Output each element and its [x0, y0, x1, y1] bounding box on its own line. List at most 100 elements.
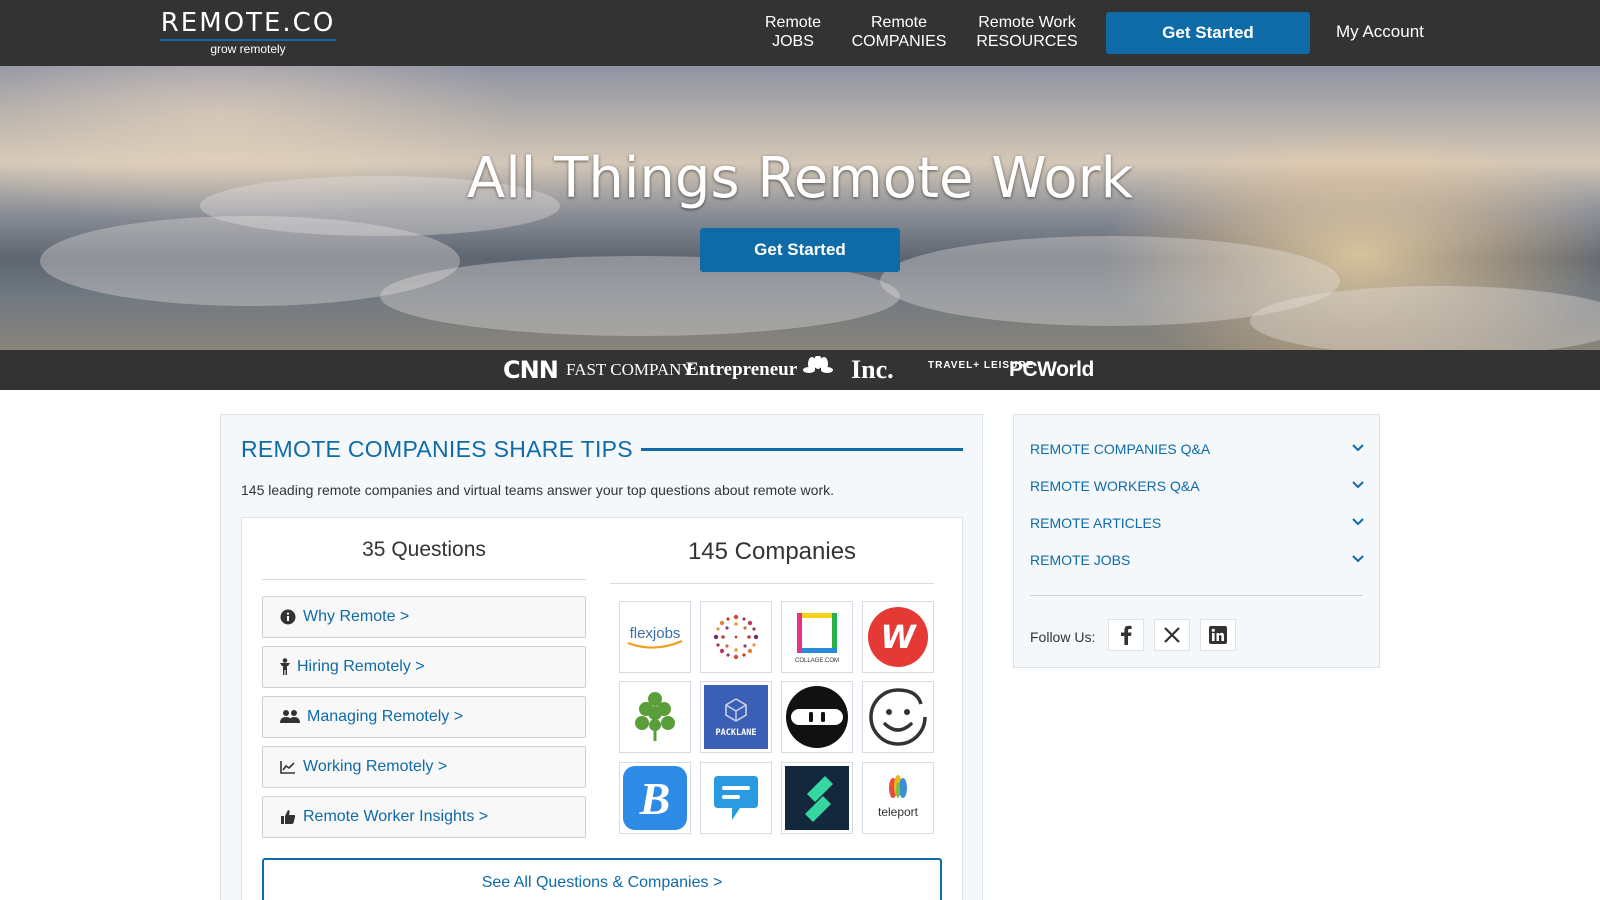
collage-logo-text: COLLAGE.COM	[795, 658, 839, 664]
person-icon	[279, 658, 291, 676]
collage-logo: COLLAGE.COM	[795, 613, 839, 664]
company-tile-smiley[interactable]	[862, 681, 934, 753]
ninja-mask-logo	[786, 686, 848, 748]
question-working-remotely[interactable]: Working Remotely >	[262, 746, 586, 788]
company-tile-slash[interactable]	[781, 762, 853, 834]
question-label: Working Remotely >	[303, 758, 448, 775]
hero-banner: All Things Remote Work Get Started	[0, 66, 1600, 350]
company-tile-b[interactable]: B	[619, 762, 691, 834]
cnbc-peacock-icon	[803, 355, 833, 373]
sidebar-item-label: REMOTE WORKERS Q&A	[1030, 478, 1200, 494]
company-tile-collage[interactable]: COLLAGE.COM	[781, 601, 853, 673]
section-description: 145 leading remote companies and virtual…	[241, 482, 834, 498]
sidebar-item-label: REMOTE ARTICLES	[1030, 515, 1162, 531]
logo-wordmark: REMOTE.CO	[160, 8, 336, 38]
nav-remote-jobs[interactable]: Remote JOBS	[756, 13, 830, 51]
sidebar-item-remote-companies-qa[interactable]: REMOTE COMPANIES Q&A	[1030, 437, 1365, 461]
chevron-down-icon	[1351, 551, 1365, 569]
pcworld-logo: PCWorld	[1009, 358, 1094, 381]
question-why-remote[interactable]: Why Remote >	[262, 596, 586, 638]
logo-underline	[160, 39, 336, 41]
title-rule	[641, 448, 963, 451]
speech-bubble-logo	[714, 776, 758, 820]
nav-remote-companies-line2: COMPANIES	[851, 33, 947, 50]
thumbs-up-icon	[279, 808, 297, 826]
users-icon	[279, 708, 301, 726]
company-tile-packlane[interactable]: PACKLANE	[700, 681, 772, 753]
b-logo-text: B	[639, 773, 671, 824]
hero-title: All Things Remote Work	[466, 146, 1134, 211]
question-remote-worker-insights[interactable]: Remote Worker Insights >	[262, 796, 586, 838]
facebook-icon[interactable]	[1108, 619, 1144, 651]
sidebar-item-label: REMOTE COMPANIES Q&A	[1030, 441, 1211, 457]
hero-get-started-button[interactable]: Get Started	[700, 228, 900, 272]
sidebar-item-remote-jobs[interactable]: REMOTE JOBS	[1030, 548, 1365, 572]
follow-us-label: Follow Us:	[1030, 629, 1096, 645]
nav-resources-line2: RESOURCES	[976, 33, 1078, 50]
chevron-down-icon	[1351, 514, 1365, 532]
question-managing-remotely[interactable]: Managing Remotely >	[262, 696, 586, 738]
sidebar-item-remote-workers-qa[interactable]: REMOTE WORKERS Q&A	[1030, 474, 1365, 498]
section-title: REMOTE COMPANIES SHARE TIPS	[241, 436, 633, 462]
chart-icon	[279, 758, 297, 776]
site-logo[interactable]: REMOTE.CO grow remotely	[160, 8, 336, 56]
flexjobs-logo-text: flexjobs	[630, 625, 681, 642]
info-icon	[279, 608, 297, 626]
company-tile-ninja[interactable]	[781, 681, 853, 753]
question-hiring-remotely[interactable]: Hiring Remotely >	[262, 646, 586, 688]
company-tile-teleport[interactable]: teleport	[862, 762, 934, 834]
sidebar-item-label: REMOTE JOBS	[1030, 552, 1131, 568]
smiley-face-logo	[869, 688, 927, 746]
inc-logo: Inc.	[851, 355, 894, 384]
remote-companies-tips-card: REMOTE COMPANIES SHARE TIPS 145 leading …	[220, 414, 983, 900]
sidebar-panel: REMOTE COMPANIES Q&A REMOTE WORKERS Q&A …	[1013, 414, 1380, 668]
cnbc-logo	[802, 355, 834, 386]
top-navigation-bar: REMOTE.CO grow remotely Remote JOBS Remo…	[0, 0, 1600, 66]
packlane-logo-text: PACKLANE	[716, 728, 757, 738]
companies-heading: 145 Companies	[687, 538, 857, 565]
nav-remote-companies[interactable]: Remote COMPANIES	[848, 13, 950, 51]
question-label: Managing Remotely >	[307, 708, 464, 725]
chevron-down-icon	[1351, 440, 1365, 458]
question-label: Remote Worker Insights >	[303, 808, 489, 825]
packlane-logo: PACKLANE	[704, 685, 768, 749]
question-label: Why Remote >	[303, 608, 410, 625]
company-tile-speech-bubble[interactable]	[700, 762, 772, 834]
press-logos-bar: CNN FAST COMPANY Entrepreneur Inc. TRAVE…	[0, 350, 1600, 390]
teleport-logo-text: teleport	[878, 805, 919, 819]
nav-remote-companies-line1: Remote	[870, 14, 928, 31]
x-icon[interactable]	[1154, 619, 1190, 651]
dots-burst-logo	[713, 614, 759, 660]
w-logo: W	[868, 607, 928, 667]
questions-rule	[262, 579, 586, 580]
entrepreneur-logo: Entrepreneur	[686, 359, 798, 380]
company-tile-dots[interactable]	[700, 601, 772, 673]
sidebar-divider	[1030, 595, 1363, 596]
company-tile-flexjobs[interactable]: flexjobs	[619, 601, 691, 673]
company-tile-w[interactable]: W	[862, 601, 934, 673]
header-get-started-button[interactable]: Get Started	[1106, 12, 1310, 54]
logo-tagline: grow remotely	[210, 42, 286, 56]
question-label: Hiring Remotely >	[297, 658, 425, 675]
chevron-down-icon	[1351, 477, 1365, 495]
nav-remote-jobs-line1: Remote	[764, 14, 822, 31]
sidebar-item-remote-articles[interactable]: REMOTE ARTICLES	[1030, 511, 1365, 535]
flexjobs-logo: flexjobs	[627, 625, 683, 649]
questions-companies-panel: 35 Questions 145 Companies Why Remote > …	[241, 517, 963, 900]
fast-company-logo: FAST COMPANY	[566, 360, 694, 379]
b-logo: B	[623, 766, 687, 830]
my-account-link[interactable]: My Account	[1336, 22, 1424, 42]
nav-resources-line1: Remote Work	[978, 14, 1076, 31]
slash-logo	[785, 766, 849, 830]
companies-rule	[610, 583, 934, 584]
cnn-logo: CNN	[503, 356, 559, 384]
questions-heading: 35 Questions	[362, 538, 486, 561]
linkedin-icon[interactable]	[1200, 619, 1236, 651]
parsley-leaf-logo	[635, 692, 675, 741]
see-all-questions-companies-button[interactable]: See All Questions & Companies >	[262, 858, 942, 900]
nav-remote-jobs-line2: JOBS	[772, 33, 814, 50]
teleport-logo: teleport	[878, 775, 919, 819]
w-logo-text: W	[880, 618, 917, 656]
company-tile-parsley[interactable]	[619, 681, 691, 753]
nav-remote-work-resources[interactable]: Remote Work RESOURCES	[970, 13, 1084, 51]
